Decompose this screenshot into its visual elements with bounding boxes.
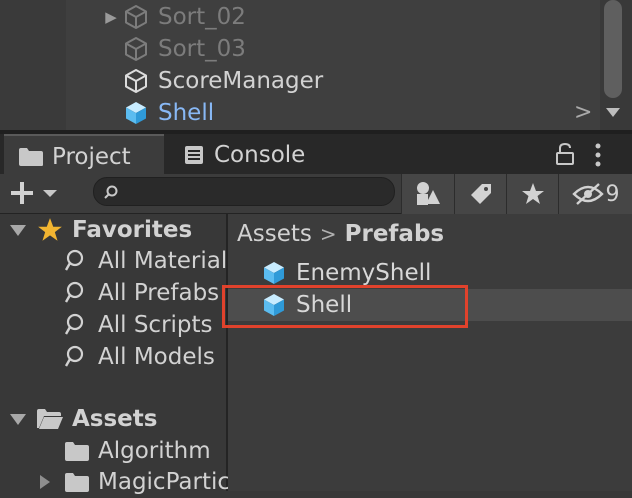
hierarchy-scrollbar-thumb[interactable] [604,0,622,98]
favorites-filter-button[interactable] [506,174,558,214]
folder-icon [19,148,43,166]
search-icon [64,345,84,367]
hierarchy-item-label: Sort_02 [158,4,246,30]
tree-item-all-prefabs[interactable]: All Prefabs [64,277,219,309]
tab-project-inner: Project [18,140,131,174]
asset-item-label: EnemyShell [296,260,432,286]
tree-favorites[interactable]: Favorites [10,214,192,246]
tab-console[interactable]: Console [184,136,305,174]
dropdown-arrow-icon [43,190,57,197]
tab-project[interactable]: Project [4,134,164,174]
tree-item-all-scripts[interactable]: All Scripts [64,309,213,341]
highlight-annotation-box [222,285,468,328]
breadcrumb-prefabs[interactable]: Prefabs [345,221,444,247]
search-by-type-button[interactable] [401,174,454,214]
folder-open-icon [37,409,63,429]
star-icon [38,218,62,241]
tree-item-label: All Prefabs [98,280,220,306]
prefab-cube-icon [126,102,146,124]
chevron-right-icon[interactable]: > [574,100,592,125]
more-options-icon[interactable] [592,142,604,168]
scroll-down-arrow-icon[interactable] [606,108,620,117]
tab-project-label: Project [52,144,131,170]
hierarchy-indent-area [0,0,66,130]
hierarchy-item-label: ScoreManager [158,68,324,94]
tag-icon [470,184,491,204]
tree-assets-label: Assets [72,406,158,432]
tree-item-all-models[interactable]: All Models [64,341,215,373]
hidden-count-label: 9 [605,181,620,207]
expand-arrow-icon[interactable]: ▶ [100,8,122,26]
hierarchy-item-shell[interactable]: Shell [100,97,214,129]
gameobject-cube-icon [125,37,147,61]
breadcrumb: Assets > Prefabs [237,219,444,249]
hierarchy-item-label: Shell [158,100,215,126]
tree-item-label: All Scripts [98,312,213,338]
folder-icon [65,473,89,492]
hidden-packages-toggle[interactable]: 9 [558,174,632,214]
hierarchy-item-label: Sort_03 [158,36,246,62]
tree-item-label: MagicPartic [98,469,231,495]
search-icon [64,281,84,303]
lock-icon[interactable] [555,142,575,166]
tree-item-all-materials[interactable]: All Material [64,245,227,277]
eye-hidden-icon [571,183,604,205]
hierarchy-item-sort-03[interactable]: Sort_03 [100,33,246,65]
star-icon [521,183,544,204]
search-icon [64,313,84,335]
gameobject-cube-icon [125,69,147,93]
chevron-right-icon: > [319,222,337,246]
prefab-cube-icon [264,262,284,284]
hierarchy-item-scoremanager[interactable]: ScoreManager [100,65,323,97]
search-by-label-button[interactable] [454,174,506,214]
search-icon [64,249,84,271]
collapse-arrow-icon[interactable] [10,413,26,425]
add-button[interactable] [8,176,70,210]
tree-folder-magicpartic[interactable]: MagicPartic [40,466,230,498]
asset-content-area [228,214,632,491]
shapes-filter-icon [417,182,440,205]
tree-item-label: Algorithm [98,438,211,464]
tree-folder-algorithm[interactable]: Algorithm [64,435,211,467]
tree-favorites-label: Favorites [72,217,193,243]
tree-item-label: All Models [98,344,215,370]
expand-arrow-icon[interactable] [40,475,50,489]
breadcrumb-assets[interactable]: Assets [237,221,312,247]
gameobject-cube-icon [125,5,147,29]
tree-assets[interactable]: Assets [10,403,157,435]
search-input[interactable] [93,177,395,206]
console-icon [185,146,203,164]
plus-icon [11,182,33,204]
tab-console-label: Console [214,142,306,168]
collapse-arrow-icon[interactable] [10,224,26,236]
hierarchy-item-sort-02[interactable]: ▶ Sort_02 [100,1,246,33]
folder-icon [65,442,89,461]
tree-item-label: All Material [98,248,228,274]
search-icon [104,185,118,199]
